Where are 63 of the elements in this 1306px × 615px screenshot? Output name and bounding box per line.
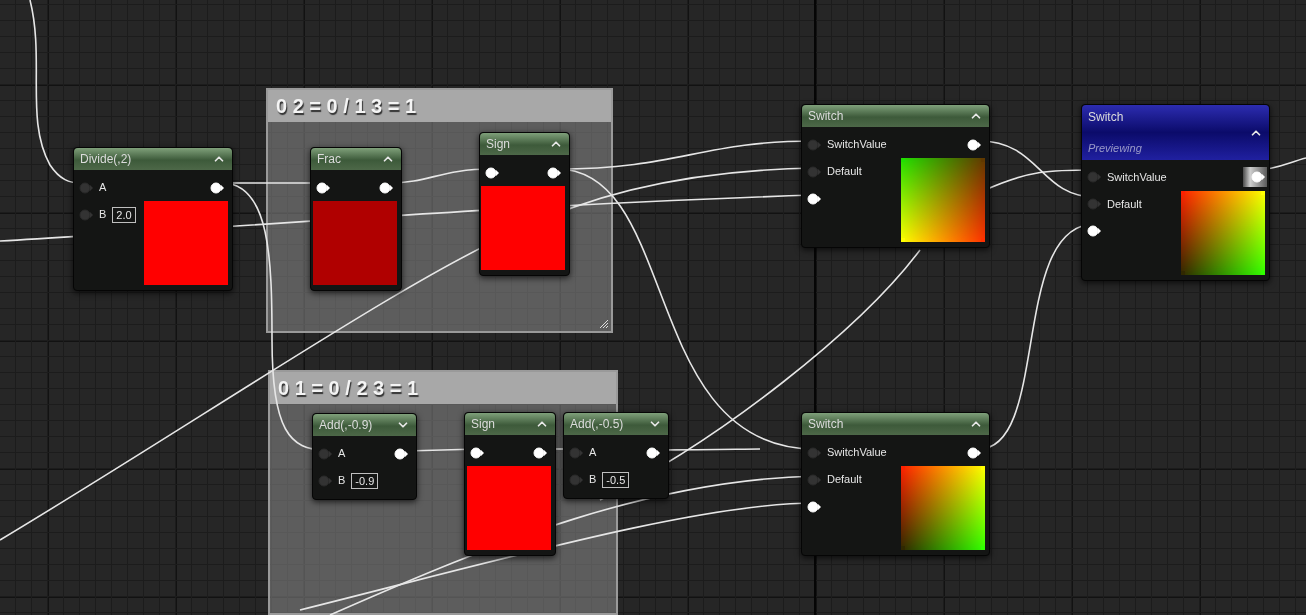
input-pin-icon[interactable]: [1087, 225, 1101, 237]
value-field[interactable]: 2.0: [112, 206, 136, 223]
node-title: Switch: [1088, 109, 1124, 126]
node-subtitle: Previewing: [1088, 141, 1143, 156]
node-title: Sign: [471, 416, 496, 433]
node-title: Sign: [486, 136, 511, 153]
input-pin-icon[interactable]: [79, 208, 93, 221]
output-pin-icon[interactable]: [379, 181, 393, 194]
pin-label: SwitchValue: [827, 445, 887, 461]
input-pin-icon[interactable]: [470, 446, 484, 459]
material-node[interactable]: Sign: [479, 132, 570, 276]
pin-label: B: [99, 207, 107, 223]
node-title: Switch: [808, 108, 844, 125]
input-pin-icon[interactable]: [569, 473, 583, 486]
output-pin-icon[interactable]: [646, 446, 660, 459]
output-pin-icon[interactable]: [533, 446, 547, 459]
material-node[interactable]: Frac: [310, 147, 402, 291]
output-pin-icon[interactable]: [394, 447, 408, 460]
pin-label: A: [589, 445, 597, 461]
material-node[interactable]: Add(,-0.5) A B -0.5: [563, 412, 669, 499]
material-node[interactable]: Switch SwitchValue Default: [801, 412, 990, 556]
pin-label: SwitchValue: [827, 137, 887, 153]
input-pin-icon[interactable]: [79, 181, 93, 194]
node-title: Frac: [317, 151, 341, 168]
pin-label: Default: [827, 472, 862, 488]
input-pin-icon[interactable]: [807, 138, 821, 151]
input-pin-icon[interactable]: [807, 500, 821, 513]
output-pin-icon[interactable]: [967, 446, 981, 459]
output-pin-icon[interactable]: [547, 166, 561, 179]
input-pin-icon[interactable]: [485, 166, 499, 179]
input-pin-icon[interactable]: [1087, 198, 1101, 210]
pin-label: A: [99, 180, 107, 196]
pin-label: SwitchValue: [1107, 169, 1167, 185]
material-node[interactable]: Divide(,2) A B 2.0: [73, 147, 233, 291]
pin-label: Default: [827, 164, 862, 180]
output-pin-icon[interactable]: [967, 138, 981, 151]
material-node[interactable]: Switch Previewing SwitchValue Default: [1081, 104, 1270, 281]
graph-canvas[interactable]: [0, 0, 1306, 615]
output-pin-icon[interactable]: [210, 181, 224, 194]
pin-label: A: [338, 446, 346, 462]
input-pin-icon[interactable]: [316, 181, 330, 194]
node-title: Switch: [808, 416, 844, 433]
material-node[interactable]: Switch SwitchValue Default: [801, 104, 990, 248]
node-title: Divide(,2): [80, 151, 132, 168]
pin-label: Default: [1107, 196, 1142, 212]
material-node[interactable]: Add(,-0.9) A B -0.9: [312, 413, 417, 500]
input-pin-icon[interactable]: [807, 165, 821, 178]
comment-title: 0 1 = 0 / 2 3 = 1: [278, 376, 419, 401]
material-node[interactable]: Sign: [464, 412, 556, 556]
input-pin-icon[interactable]: [1087, 171, 1101, 183]
value-field[interactable]: -0.9: [351, 472, 379, 489]
input-pin-icon[interactable]: [569, 446, 583, 459]
pin-label: B: [338, 473, 346, 489]
input-pin-icon[interactable]: [807, 192, 821, 205]
pin-label: B: [589, 472, 597, 488]
input-pin-icon[interactable]: [807, 473, 821, 486]
node-title: Add(,-0.9): [319, 417, 373, 434]
comment-title: 0 2 = 0 / 1 3 = 1: [276, 94, 417, 119]
input-pin-icon[interactable]: [318, 447, 332, 460]
value-field[interactable]: -0.5: [602, 471, 630, 488]
resize-grip-icon[interactable]: [599, 319, 609, 329]
input-pin-icon[interactable]: [807, 446, 821, 459]
input-pin-icon[interactable]: [318, 474, 332, 487]
